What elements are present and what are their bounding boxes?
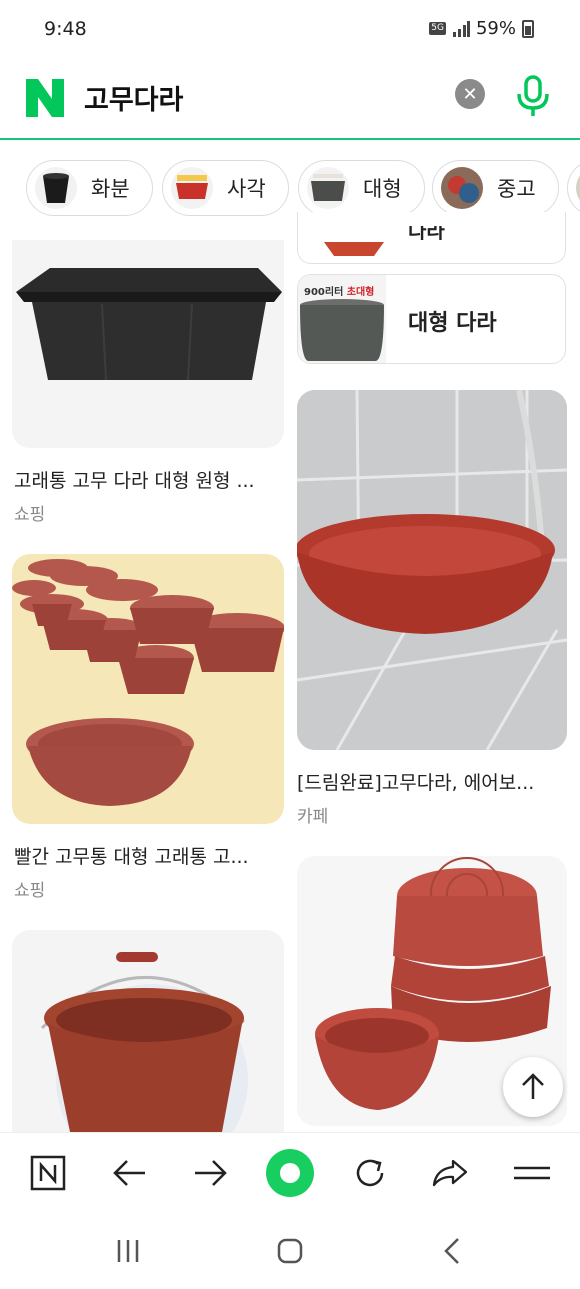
related-thumb	[324, 242, 384, 256]
chip-thumbnail	[307, 167, 349, 209]
result-caption[interactable]: [드림완료]고무다라, 에어보...	[297, 768, 534, 795]
related-search-label: 대형 다라	[408, 311, 497, 336]
naver-logo-icon[interactable]	[24, 77, 66, 119]
home-icon[interactable]	[277, 1238, 303, 1264]
chip-more-partial[interactable]	[567, 160, 580, 216]
back-button[interactable]	[108, 1151, 152, 1195]
signal-icon	[452, 20, 470, 37]
result-caption[interactable]: 고래통 고무 다라 대형 원형 ...	[14, 466, 255, 493]
battery-icon	[522, 19, 534, 38]
status-time: 9:48	[44, 18, 87, 40]
chip-label: 중고	[497, 177, 536, 201]
thumb-text: 초대형	[346, 287, 375, 298]
chip-hwabun[interactable]: 화분	[26, 160, 153, 216]
related-thumb: 900리터 초대형	[298, 275, 386, 363]
share-icon	[432, 1159, 468, 1187]
gray-tub-image	[300, 299, 384, 361]
related-search-item[interactable]: 900리터 초대형 대형 다라	[297, 274, 566, 364]
result-image-2[interactable]	[12, 554, 284, 824]
back-arrow-icon	[113, 1160, 145, 1186]
chip-label: 사각	[227, 177, 266, 201]
back-icon[interactable]	[441, 1236, 463, 1266]
arrow-up-icon	[522, 1073, 544, 1099]
browser-toolbar	[0, 1132, 580, 1212]
chip-sagak[interactable]: 사각	[162, 160, 289, 216]
forward-arrow-icon	[195, 1160, 227, 1186]
chip-thumbnail	[35, 167, 77, 209]
thumb-text: 900리터	[304, 287, 344, 298]
mic-icon[interactable]	[513, 74, 553, 118]
related-search-label: 다라	[408, 226, 445, 240]
green-dot-icon	[280, 1163, 300, 1183]
result-caption[interactable]: 빨간 고무통 대형 고래통 고...	[14, 842, 249, 869]
result-source: 쇼핑	[14, 505, 46, 525]
chip-thumbnail	[171, 167, 213, 209]
chip-thumbnail	[576, 167, 580, 209]
share-button[interactable]	[428, 1151, 472, 1195]
system-navigation-bar	[0, 1212, 580, 1289]
black-tub-image	[16, 268, 282, 381]
menu-button[interactable]	[510, 1151, 554, 1195]
refresh-button[interactable]	[348, 1151, 392, 1195]
red-bucket-image	[40, 952, 248, 1132]
chip-daehyeong[interactable]: 대형	[298, 160, 425, 216]
refresh-icon	[356, 1159, 384, 1187]
close-icon: ✕	[462, 83, 478, 105]
forward-button[interactable]	[188, 1151, 232, 1195]
chip-junggo[interactable]: 중고	[432, 160, 559, 216]
network-badge: 5G	[429, 22, 446, 35]
chip-label: 화분	[91, 177, 130, 201]
menu-icon	[514, 1166, 550, 1180]
result-source: 카페	[297, 807, 329, 827]
result-image-4[interactable]	[12, 930, 284, 1132]
result-image-3[interactable]	[297, 390, 567, 750]
scroll-to-top-button[interactable]	[503, 1057, 563, 1117]
status-indicators: 5G 59%	[429, 18, 534, 39]
naver-home-icon	[30, 1155, 66, 1191]
search-input[interactable]: 고무다라	[84, 78, 183, 117]
red-basins-image	[12, 559, 284, 806]
chip-label: 대형	[363, 177, 402, 201]
recents-icon[interactable]	[115, 1238, 141, 1264]
battery-percent: 59%	[475, 18, 516, 39]
green-dot-button[interactable]	[266, 1149, 314, 1197]
result-source: 쇼핑	[14, 881, 46, 901]
related-search-item-partial[interactable]: 다라	[297, 212, 566, 264]
chip-thumbnail	[441, 167, 483, 209]
clear-search-button[interactable]: ✕	[455, 79, 485, 109]
bathroom-basin-image	[297, 390, 567, 750]
search-header: 고무다라 ✕	[0, 60, 580, 140]
result-image-1[interactable]	[12, 240, 284, 448]
naver-home-button[interactable]	[26, 1151, 70, 1195]
